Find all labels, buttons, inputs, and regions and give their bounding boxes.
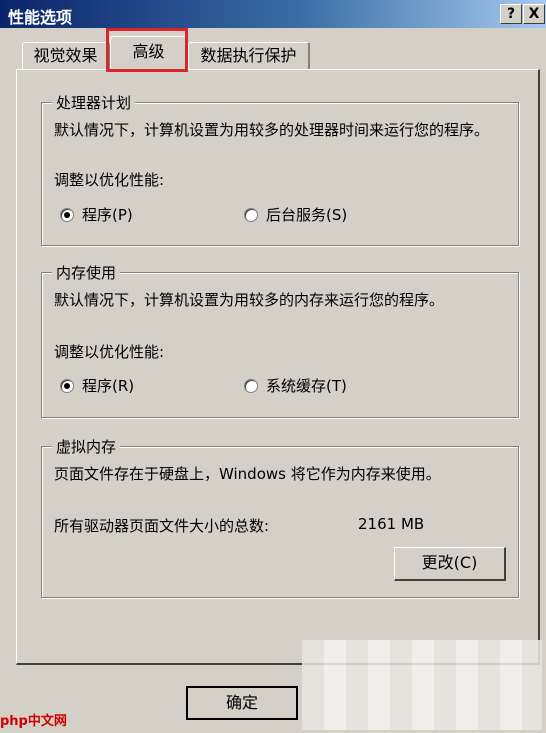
change-button[interactable]: 更改(C) [394, 547, 506, 581]
memory-programs-radio[interactable] [60, 379, 74, 393]
memory-system-cache-radio[interactable] [244, 379, 258, 393]
memory-programs-label[interactable]: 程序(R) [82, 375, 134, 396]
blurred-region [302, 640, 542, 730]
paging-file-total-value: 2161 MB [358, 515, 425, 533]
processor-scheduling-legend: 处理器计划 [52, 92, 136, 113]
virtual-memory-legend: 虚拟内存 [52, 436, 121, 457]
close-button[interactable]: X [523, 4, 545, 24]
processor-scheduling-group: 处理器计划 默认情况下，计算机设置为用较多的处理器时间来运行您的程序。 调整以优… [41, 92, 519, 246]
processor-adjust-label: 调整以优化性能: [54, 171, 165, 189]
title-bar: 性能选项 ? X [0, 0, 546, 28]
watermark-logo: php中文网 [0, 714, 67, 729]
processor-background-services-label[interactable]: 后台服务(S) [266, 204, 347, 225]
memory-adjust-label: 调整以优化性能: [54, 343, 165, 361]
memory-usage-group: 内存使用 默认情况下，计算机设置为用较多的内存来运行您的程序。 调整以优化性能:… [41, 262, 519, 418]
tab-advanced[interactable]: 高级 [110, 36, 188, 72]
processor-description: 默认情况下，计算机设置为用较多的处理器时间来运行您的程序。 [54, 121, 490, 139]
tab-data-execution-prevention[interactable]: 数据执行保护 [188, 42, 310, 70]
virtual-memory-group: 虚拟内存 页面文件存在于硬盘上，Windows 将它作为内存来使用。 所有驱动器… [41, 436, 519, 598]
memory-description: 默认情况下，计算机设置为用较多的内存来运行您的程序。 [54, 291, 445, 309]
memory-system-cache-label[interactable]: 系统缓存(T) [266, 375, 347, 396]
help-button[interactable]: ? [500, 4, 522, 24]
virtual-memory-description: 页面文件存在于硬盘上，Windows 将它作为内存来使用。 [54, 465, 441, 483]
processor-background-services-radio[interactable] [244, 208, 258, 222]
window-title: 性能选项 [8, 8, 73, 27]
tab-visual-effects[interactable]: 视觉效果 [22, 42, 110, 70]
advanced-tab-panel: 处理器计划 默认情况下，计算机设置为用较多的处理器时间来运行您的程序。 调整以优… [16, 69, 540, 665]
processor-programs-radio[interactable] [60, 208, 74, 222]
ok-button[interactable]: 确定 [186, 686, 298, 720]
memory-usage-legend: 内存使用 [52, 262, 121, 283]
paging-file-total-label: 所有驱动器页面文件大小的总数: [54, 517, 270, 535]
processor-programs-label[interactable]: 程序(P) [82, 204, 133, 225]
